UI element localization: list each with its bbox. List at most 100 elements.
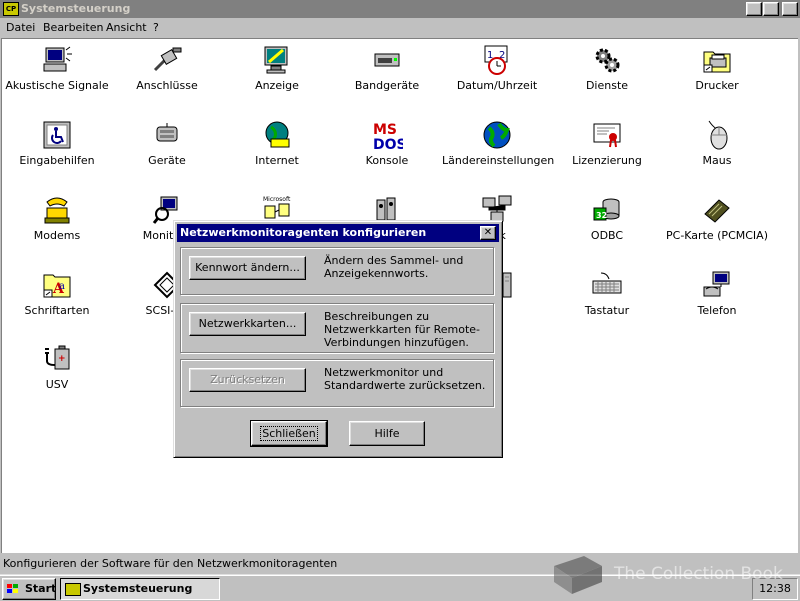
item-label: Internet — [255, 154, 299, 167]
network-cards-description: Beschreibungen zu Netzwerkkarten für Rem… — [324, 310, 481, 349]
globe-icon — [483, 121, 511, 149]
certificate-icon — [593, 123, 621, 148]
globe-phone-icon — [265, 121, 290, 148]
menu-bearbeiten[interactable]: Bearbeiten — [43, 21, 103, 34]
watermark-text: The Collection Book — [614, 564, 783, 584]
odbc-icon: 32 — [593, 198, 620, 221]
item-label: Anschlüsse — [136, 79, 198, 92]
item-maus[interactable]: Maus — [662, 116, 772, 186]
display-icon — [264, 46, 288, 74]
telephony-icon — [703, 271, 730, 297]
pc-card-icon — [704, 199, 730, 223]
item-label: USV — [45, 378, 69, 391]
status-text: Konfigurieren der Software für den Netzw… — [3, 557, 338, 570]
item-anzeige[interactable]: Anzeige — [222, 41, 332, 111]
taskbar-item-systemsteuerung[interactable]: Systemsteuerung — [60, 578, 220, 600]
item-label: Modems — [33, 229, 81, 242]
reset-button[interactable]: Zurücksetzen — [189, 368, 306, 392]
item-label: Datum/Uhrzeit — [456, 79, 538, 92]
item-label: Schriftarten — [24, 304, 90, 317]
ups-icon: + — [45, 345, 70, 370]
msdos-icon: MS DOS — [373, 122, 403, 151]
watermark: The Collection Book — [548, 552, 788, 598]
password-group: Kennwort ändern... Ändern des Sammel- un… — [180, 247, 494, 295]
item-label: Anzeige — [255, 79, 299, 92]
mouse-icon — [708, 120, 728, 150]
item-drucker[interactable]: Drucker — [662, 41, 772, 111]
window-title: Systemsteuerung — [21, 2, 131, 15]
item-modems[interactable]: Modems — [2, 191, 112, 261]
network-cards-button[interactable]: Netzwerkkarten... — [189, 312, 306, 336]
item-schriftarten[interactable]: A a Schriftarten — [2, 266, 112, 336]
reset-description: Netzwerkmonitor und Standardwerte zurück… — [324, 366, 486, 392]
printer-folder-icon — [703, 51, 731, 73]
item-lizenzierung[interactable]: Lizenzierung — [552, 116, 662, 186]
configure-agent-dialog: Netzwerkmonitoragenten konfigurieren ✕ K… — [173, 220, 503, 458]
button-label: Kennwort ändern... — [195, 261, 300, 274]
task-label: Systemsteuerung — [83, 582, 193, 595]
item-eingabehilfen[interactable]: Eingabehilfen — [2, 116, 112, 186]
item-bandgeraete[interactable]: Bandgeräte — [332, 41, 442, 111]
svg-text:Microsoft: Microsoft — [263, 196, 291, 203]
close-dialog-button[interactable]: Schließen — [250, 420, 328, 447]
menu-help[interactable]: ? — [153, 21, 159, 34]
menu-bar: Datei Bearbeiten Ansicht ? — [0, 18, 800, 38]
item-akustische-signale[interactable]: Akustische Signale — [2, 41, 112, 111]
item-label: Konsole — [365, 154, 409, 167]
password-description: Ändern des Sammel- und Anzeigekennworts. — [324, 254, 464, 280]
network-cards-group: Netzwerkkarten... Beschreibungen zu Netz… — [180, 303, 494, 353]
help-button[interactable]: Hilfe — [349, 421, 425, 446]
dialog-title: Netzwerkmonitoragenten konfigurieren — [180, 226, 427, 239]
gears-icon — [595, 48, 620, 73]
svg-text:32: 32 — [596, 211, 607, 220]
item-anschluesse[interactable]: Anschlüsse — [112, 41, 222, 111]
item-pc-karte[interactable]: PC-Karte (PCMCIA) — [662, 191, 772, 261]
item-label: Bandgeräte — [354, 79, 420, 92]
start-button[interactable]: Start — [2, 578, 56, 600]
item-telefon[interactable]: Telefon — [662, 266, 772, 336]
item-internet[interactable]: Internet — [222, 116, 332, 186]
accessibility-icon — [43, 121, 71, 149]
item-label: Tastatur — [584, 304, 630, 317]
button-label: Hilfe — [374, 427, 400, 440]
calendar-clock-icon: 12 — [484, 45, 508, 75]
svg-text:a: a — [59, 281, 65, 292]
item-label: Eingabehilfen — [19, 154, 95, 167]
keyboard-icon — [592, 272, 622, 294]
reset-group: Zurücksetzen Netzwerkmonitor und Standar… — [180, 359, 494, 407]
close-button[interactable]: ✕ — [782, 2, 798, 16]
menu-datei[interactable]: Datei — [6, 21, 35, 34]
tape-drive-icon — [374, 53, 400, 67]
window-titlebar[interactable]: CP Systemsteuerung _ □ ✕ — [0, 0, 800, 18]
start-label: Start — [25, 582, 57, 595]
fonts-folder-icon: A a — [43, 274, 71, 298]
button-label: Schließen — [260, 426, 318, 441]
sound-icon — [43, 46, 72, 72]
item-label: Ländereinstellungen — [442, 154, 555, 167]
maximize-button[interactable]: □ — [763, 2, 779, 16]
svg-text:DOS: DOS — [373, 137, 403, 151]
item-konsole[interactable]: MS DOS Konsole — [332, 116, 442, 186]
svg-text:MS: MS — [373, 122, 397, 138]
change-password-button[interactable]: Kennwort ändern... — [189, 256, 306, 280]
minimize-button[interactable]: _ — [746, 2, 762, 16]
item-odbc[interactable]: 32 ODBC — [552, 191, 662, 261]
item-label: Drucker — [695, 79, 739, 92]
item-label: ODBC — [590, 229, 624, 242]
menu-ansicht[interactable]: Ansicht — [106, 21, 147, 34]
windows-logo-icon — [7, 584, 18, 593]
dialog-titlebar[interactable]: Netzwerkmonitoragenten konfigurieren ✕ — [177, 224, 499, 242]
item-label: Akustische Signale — [5, 79, 109, 92]
item-datum-uhrzeit[interactable]: 12 Datum/Uhrzeit — [442, 41, 552, 111]
item-label: PC-Karte (PCMCIA) — [666, 229, 768, 242]
item-tastatur[interactable]: Tastatur — [552, 266, 662, 336]
item-laendereinstellungen[interactable]: Ländereinstellungen — [442, 116, 555, 186]
dialog-close-button[interactable]: ✕ — [480, 226, 496, 240]
connector-icon — [153, 47, 182, 72]
item-dienste[interactable]: Dienste — [552, 41, 662, 111]
item-label: Telefon — [697, 304, 737, 317]
item-label: Maus — [702, 154, 732, 167]
item-geraete[interactable]: Geräte — [112, 116, 222, 186]
button-label: Zurücksetzen — [210, 373, 285, 386]
item-usv[interactable]: + USV — [2, 340, 112, 410]
